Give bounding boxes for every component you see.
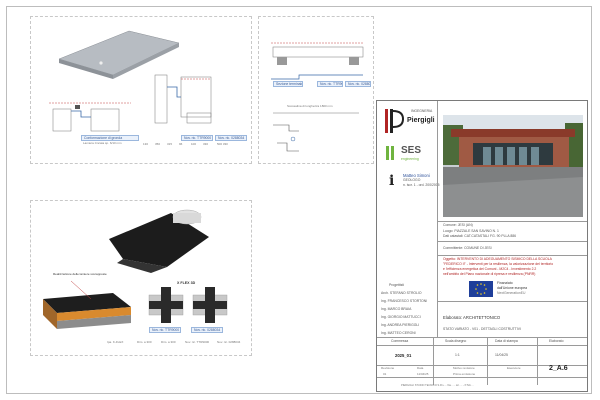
gutter-dim-1: 130 <box>143 142 149 146</box>
project-oggetto-4: nell'ambito del Piano nazionale di ripre… <box>443 272 536 276</box>
ses-logo-icon <box>386 146 394 160</box>
firm-name: Piergigli <box>407 117 435 124</box>
gutter-dim-3: 315 <box>167 142 173 146</box>
tb-table-header-line <box>377 345 587 346</box>
tb-divider-4 <box>437 301 587 302</box>
detail-panel-gutter: Conformazione di gronda Lamiera zincata … <box>30 16 252 164</box>
flashing-bar-label: Sezione terminale <box>273 81 303 87</box>
tb-divider-1 <box>437 221 587 222</box>
flashing-title: Scossalina di lunghezza 1800 mm <box>287 104 333 108</box>
designer-3: Ing. MARCO BRAIA <box>381 307 412 311</box>
xflex-label: X FLEX 3D <box>177 281 196 285</box>
ses-logo-text: SES <box>401 145 422 156</box>
rev-header-revisione: Revisione <box>381 366 395 370</box>
flashing-drawing <box>271 42 364 152</box>
rev-header-data: Data <box>417 366 424 370</box>
tb-divider-3 <box>437 255 587 256</box>
project-catasto: Dati catastali: CAT.CATASTALI FG. 90 PLL… <box>443 234 517 238</box>
eu-line-1: Finanziato <box>497 281 513 285</box>
tb-table-col-3 <box>537 337 538 385</box>
detail-panel-membrane: Realizzazione delle lamiere sovrapposte … <box>30 200 252 356</box>
designer-2: Ing. FRANCESCO STORTONI <box>381 299 428 303</box>
table-header-data: Data di stampa <box>495 339 518 343</box>
tb-table-col-1 <box>433 337 434 385</box>
detail-panel-flashing: Sezione terminale Nov. ric. TTR9000 Nov.… <box>258 16 374 164</box>
table-header-elaborato: Elaborato <box>549 339 564 343</box>
info-icon: i <box>389 173 395 189</box>
membrane-label: Realizzazione delle lamiere sovrapposte <box>53 272 107 276</box>
rev-row-data: 11/04/25 <box>417 372 429 376</box>
building-photo <box>443 115 583 217</box>
designer-5: Ing. ANDREA PIERIGGLI <box>381 323 420 327</box>
project-oggetto-1: Oggetto: INTERVENTO DI ADEGUAMENTO SISMI… <box>443 257 552 261</box>
flashing-code-2: Nov. ric. 0288034 <box>345 81 371 87</box>
gutter-dim-5: 100 <box>191 142 197 146</box>
flashing-code-1: Nov. ric. TTR9000 <box>317 81 343 87</box>
designer-1: Arch. STEFANO STROLIO <box>381 291 422 295</box>
rev-header-esecutore: Esecutore <box>507 366 521 370</box>
tb-divider-2 <box>437 241 587 242</box>
gutter-dim-6: 330 <box>203 142 209 146</box>
designer-4: Ing. GIORGIO MATTUCCI <box>381 315 421 319</box>
membrane-row-3: Dim. a 300 <box>161 340 176 344</box>
firm-tagline: INGEGNERIA <box>411 109 433 113</box>
table-value-commessa: 2025_01 <box>395 353 412 358</box>
membrane-row-2: Dim. a 300 <box>137 340 152 344</box>
eu-line-3: NextGenerationEU <box>497 291 526 295</box>
designer-6: Ing. MATTEO CERONI <box>381 331 416 335</box>
gutter-code-2: Nov. ric. 0288034 <box>215 135 247 141</box>
membrane-row-4: Nov. ric. TTR9000 <box>185 340 210 344</box>
membrane-row-5: Nov. ric. 0288034 <box>217 340 241 344</box>
eu-line-2: dall'Unione europea <box>497 286 528 290</box>
title-block: Piergigli INGEGNERIA SES engineering i M… <box>376 100 588 392</box>
table-value-elaborato: 2_A.6 <box>549 365 568 372</box>
project-luogo: Luogo: PIAZZALE SAN SAVINO N. 1 <box>443 229 499 233</box>
gutter-dim-4: 96 <box>179 142 183 146</box>
membrane-code-1: Nov. ric. TTR9000 <box>149 327 181 333</box>
gutter-subcaption: Lamiera zincata sp. 6/10 mm <box>83 141 122 145</box>
project-oggetto-2: "FEDERICO II" - Interventi per la resili… <box>443 262 554 266</box>
eu-flag-icon <box>469 281 493 297</box>
tb-table-col-2 <box>487 337 488 385</box>
table-header-commessa: Commessa <box>391 339 409 343</box>
membrane-row-1: Ipa. K-FLEX <box>107 340 124 344</box>
membrane-drawing <box>43 209 228 329</box>
gutter-dim-2: 350 <box>155 142 161 146</box>
tb-table-top <box>377 337 587 338</box>
table-header-scala: Scala disegno <box>445 339 467 343</box>
piergigli-logo-icon <box>385 109 405 133</box>
ses-subtitle: engineering <box>401 157 419 161</box>
gutter-dim-7: 500 330 <box>217 142 228 146</box>
elaborato-state: STATO VARIATO - V01 - DETTAGLI COSTRUTTI… <box>443 327 521 331</box>
designers-label: Progettisti <box>389 283 405 287</box>
rev-header-motivo: Motivo revisione <box>453 366 475 370</box>
title-block-footer: PIERGIGLI STUDIO TECNICO S.R.L. - Via ..… <box>401 384 474 387</box>
membrane-code-2: Nov. ric. 0288034 <box>191 327 223 333</box>
project-oggetto-3: e l'efficienza energetica dei Comuni - M… <box>443 267 537 271</box>
table-value-scala: 1:1 <box>455 353 460 357</box>
geologist-role: GEOLOGO <box>403 178 421 182</box>
rev-row-motivo: Prima emissione <box>453 372 476 376</box>
gutter-code-1: Nov. ric. TTR9000 <box>181 135 213 141</box>
elaborato-label: Elaborato: ARCHITETTONICO <box>443 315 501 320</box>
project-committente: Committente: COMUNE DI JESI <box>443 246 492 250</box>
project-comune: Comune: JESI (AN) <box>443 223 473 227</box>
tb-table-rev-line <box>377 377 587 378</box>
table-value-data: 11/04/25 <box>495 353 508 357</box>
geologist-reg: n. iscr. 1 - ord. 200/2005 <box>403 183 440 187</box>
rev-row-revisione: 01 <box>383 372 387 376</box>
